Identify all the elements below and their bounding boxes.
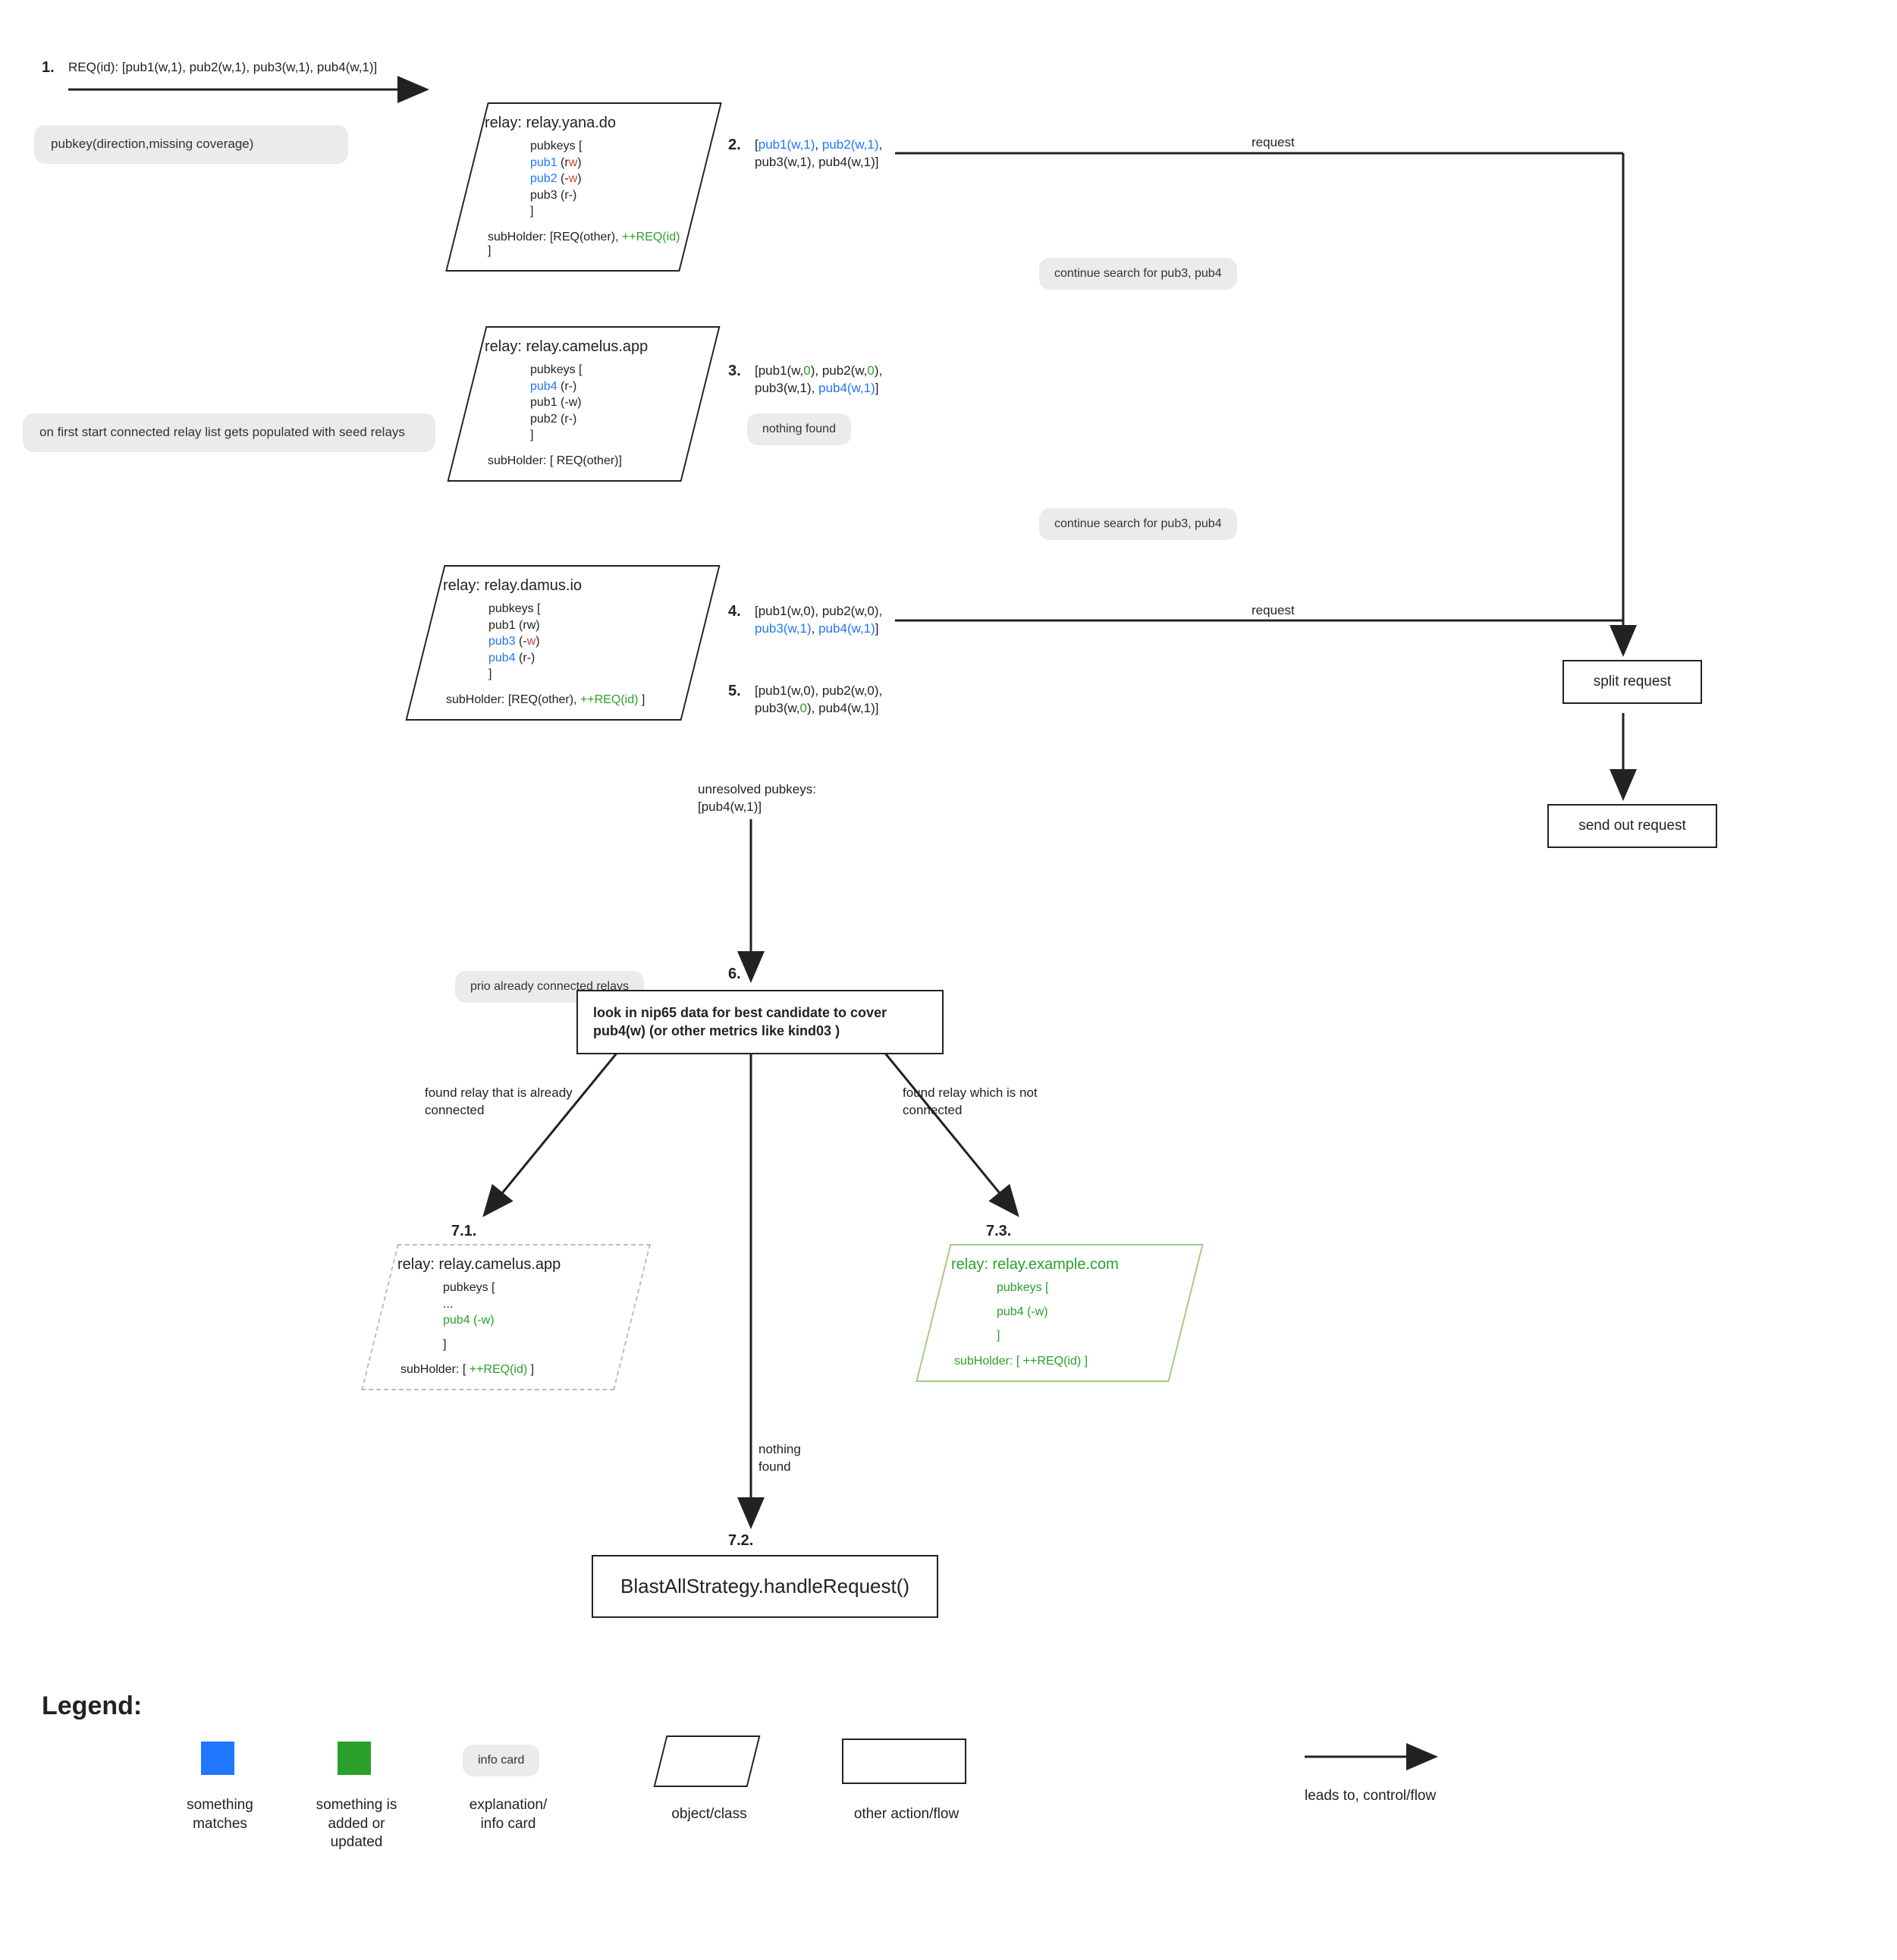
step-2-num: 2.: [728, 137, 741, 154]
damus-l5: ]: [488, 666, 683, 683]
damus-l4: pub4 (r-): [488, 650, 683, 667]
request-label-4: request: [1252, 603, 1295, 618]
camelus-sub: subHolder: [ REQ(other)]: [485, 454, 683, 468]
camelus-l5: ]: [530, 427, 683, 444]
legend-swatch-blue: [201, 1742, 234, 1775]
relay-damus: relay: relay.damus.io pubkeys [ pub1 (rw…: [405, 565, 720, 721]
step-73-num: 7.3.: [986, 1223, 1011, 1240]
r71-l1: pubkeys [: [443, 1280, 614, 1296]
legend-blue-label: something matches: [178, 1796, 262, 1833]
r73-title: relay: relay.example.com: [951, 1256, 1168, 1274]
yana-l4: pub3 (r-): [530, 187, 683, 204]
step-1-text: REQ(id): [pub1(w,1), pub2(w,1), pub3(w,1…: [68, 59, 377, 77]
r71-title: relay: relay.camelus.app: [397, 1256, 614, 1274]
legend-object-label: object/class: [660, 1805, 758, 1824]
r73-l3: ]: [997, 1327, 1168, 1344]
branch-left-label: found relay that is already connected: [425, 1085, 584, 1120]
info-seed-relays: on first start connected relay list gets…: [23, 413, 435, 452]
yana-l1: pubkeys [: [530, 138, 683, 155]
camelus-l3: pub1 (-w): [530, 394, 683, 411]
step-5-num: 5.: [728, 683, 741, 700]
relay-camelus-updated: relay: relay.camelus.app pubkeys [ ... p…: [361, 1244, 651, 1390]
unresolved-pubkeys: unresolved pubkeys: [pub4(w,1)]: [698, 781, 827, 816]
damus-title: relay: relay.damus.io: [443, 577, 683, 595]
camelus-l4: pub2 (r-): [530, 411, 683, 428]
action-lookup-nip65: look in nip65 data for best candidate to…: [576, 990, 944, 1054]
legend-green-label: something is added or updated: [307, 1796, 406, 1852]
legend-info-pill: info card: [463, 1745, 539, 1776]
step-2-text: [pub1(w,1), pub2(w,1), pub3(w,1), pub4(w…: [755, 137, 899, 171]
r73-sub: subHolder: [ ++REQ(id) ]: [951, 1355, 1168, 1368]
action-send-out-request: send out request: [1547, 804, 1717, 848]
relay-example-new: relay: relay.example.com pubkeys [ pub4 …: [916, 1244, 1203, 1382]
branch-right-label: found relay which is not connected: [903, 1085, 1047, 1120]
action-split-request: split request: [1563, 660, 1702, 704]
r73-l2: pub4 (-w): [997, 1304, 1168, 1321]
legend-parallelogram: [654, 1735, 761, 1787]
relay-camelus: relay: relay.camelus.app pubkeys [ pub4 …: [447, 326, 720, 482]
branch-mid-label: nothing found: [758, 1441, 827, 1476]
r73-l1: pubkeys [: [997, 1280, 1168, 1296]
yana-l5: ]: [530, 203, 683, 220]
yana-l3: pub2 (-w): [530, 171, 683, 187]
r71-sub: subHolder: [ ++REQ(id) ]: [397, 1363, 614, 1377]
r71-l3: pub4 (-w): [443, 1312, 614, 1329]
step-3-num: 3.: [728, 363, 741, 380]
info-continue-1: continue search for pub3, pub4: [1039, 258, 1237, 290]
arrows-layer: [0, 0, 1897, 1960]
camelus-title: relay: relay.camelus.app: [485, 338, 683, 356]
step-1-num: 1.: [42, 59, 55, 77]
step-6-num: 6.: [728, 966, 741, 983]
legend-rect: [842, 1739, 966, 1784]
legend-info-label: explanation/ info card: [459, 1796, 557, 1833]
step-4-text: [pub1(w,0), pub2(w,0), pub3(w,1), pub4(w…: [755, 603, 899, 638]
legend-swatch-green: [338, 1742, 371, 1775]
relay-yana: relay: relay.yana.do pubkeys [ pub1 (rw)…: [445, 102, 722, 272]
r71-l4: ]: [443, 1337, 614, 1353]
damus-l3: pub3 (-w): [488, 633, 683, 650]
legend-arrow-label: leads to, control/flow: [1305, 1787, 1456, 1806]
step-4-num: 4.: [728, 603, 741, 620]
info-nothing-found-3: nothing found: [747, 413, 851, 445]
step-3-text: [pub1(w,0), pub2(w,0), pub3(w,1), pub4(w…: [755, 363, 899, 397]
damus-sub: subHolder: [REQ(other), ++REQ(id) ]: [443, 693, 683, 707]
diagram-canvas: 1. REQ(id): [pub1(w,1), pub2(w,1), pub3(…: [0, 0, 1897, 1960]
legend-action-label: other action/flow: [842, 1805, 971, 1824]
step-72-num: 7.2.: [728, 1532, 753, 1550]
request-label-1: request: [1252, 135, 1295, 150]
camelus-l2: pub4 (r-): [530, 378, 683, 395]
info-continue-2: continue search for pub3, pub4: [1039, 508, 1237, 540]
action-blast-all: BlastAllStrategy.handleRequest(): [592, 1555, 938, 1618]
info-pubkey-legend: pubkey(direction,missing coverage): [34, 125, 348, 164]
step-5-text: [pub1(w,0), pub2(w,0), pub3(w,0), pub4(w…: [755, 683, 899, 718]
step-71-num: 7.1.: [451, 1223, 476, 1240]
legend-title: Legend:: [42, 1691, 142, 1721]
damus-l1: pubkeys [: [488, 601, 683, 617]
r71-l2: ...: [443, 1296, 614, 1313]
relay-yana-title: relay: relay.yana.do: [485, 115, 683, 132]
damus-l2: pub1 (rw): [488, 617, 683, 634]
camelus-l1: pubkeys [: [530, 362, 683, 378]
yana-sub: subHolder: [REQ(other), ++REQ(id) ]: [485, 231, 683, 258]
yana-l2: pub1 (rw): [530, 155, 683, 171]
